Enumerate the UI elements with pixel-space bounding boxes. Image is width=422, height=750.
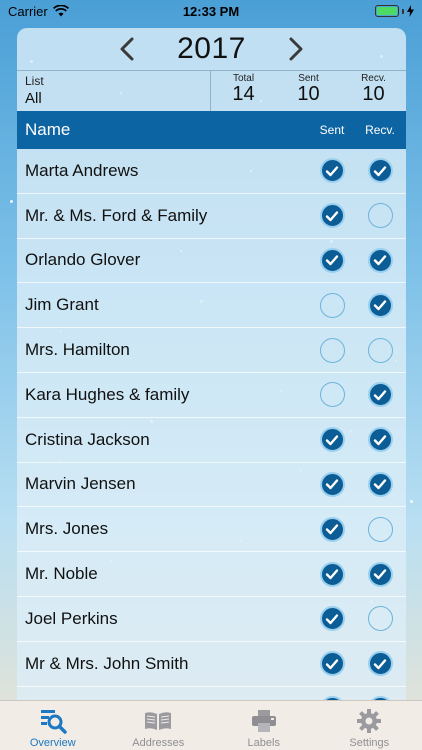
contact-row[interactable]: Orlando Glover <box>17 239 406 284</box>
tab-bar: Overview Addresses Labels Settings <box>0 700 422 750</box>
contact-name: Jim Grant <box>25 295 99 315</box>
contact-row[interactable] <box>17 687 406 700</box>
sent-checkbox[interactable] <box>319 651 345 677</box>
battery-icon <box>375 5 414 17</box>
contact-row[interactable]: Marta Andrews <box>17 149 406 194</box>
contact-row[interactable]: Marvin Jensen <box>17 463 406 508</box>
tab-overview-label: Overview <box>29 737 76 749</box>
tab-overview[interactable]: Overview <box>0 701 106 750</box>
list-filter-value: All <box>25 90 42 107</box>
chevron-left-icon[interactable] <box>119 37 135 61</box>
contact-name: Marta Andrews <box>25 160 139 180</box>
contact-row[interactable]: Kara Hughes & family <box>17 373 406 418</box>
sent-checkbox[interactable] <box>319 561 345 587</box>
tab-labels[interactable]: Labels <box>211 701 317 750</box>
printer-icon <box>251 710 276 732</box>
recv-checkbox[interactable] <box>367 203 393 229</box>
status-bar: Carrier 12:33 PM <box>0 0 422 22</box>
recv-checkbox[interactable] <box>367 158 393 184</box>
sent-checkbox[interactable] <box>319 337 345 363</box>
contact-name: Mrs. Jones <box>25 519 109 539</box>
contact-row[interactable]: Jim Grant <box>17 283 406 329</box>
contact-row[interactable]: Joel Perkins <box>17 597 406 642</box>
contact-row[interactable]: Mr & Mrs. John Smith <box>17 642 406 687</box>
gear-icon <box>357 709 382 733</box>
contact-list: Marta Andrews Mr. & Ms. Ford & Family Orla… <box>17 149 406 700</box>
total-value: 14 <box>232 83 255 105</box>
sent-value: 10 <box>297 83 320 105</box>
contact-name: Kara Hughes & family <box>25 384 190 404</box>
tab-addresses-label: Addresses <box>132 737 185 749</box>
recv-checkbox[interactable] <box>367 382 393 408</box>
sent-checkbox[interactable] <box>319 158 345 184</box>
contact-row[interactable]: Mrs. Jones <box>17 507 406 553</box>
sent-checkbox[interactable] <box>319 203 345 229</box>
address-book-icon <box>145 712 172 730</box>
status-time: 12:33 PM <box>182 3 240 19</box>
sent-checkbox[interactable] <box>319 247 345 273</box>
tab-addresses[interactable]: Addresses <box>106 701 212 750</box>
contact-name: Mr. Noble <box>25 564 98 584</box>
sent-checkbox[interactable] <box>319 471 345 497</box>
summary-bar: List All Total 14 Sent 10 Recv. 10 <box>17 70 406 111</box>
table-header: Name Sent Recv. <box>17 111 406 149</box>
recv-checkbox[interactable] <box>367 337 393 363</box>
recv-checkbox[interactable] <box>367 606 393 632</box>
sent-checkbox[interactable] <box>319 292 345 318</box>
recv-column-header[interactable]: Recv. <box>356 123 404 137</box>
recv-checkbox[interactable] <box>367 516 393 542</box>
name-column-header[interactable]: Name <box>25 120 308 140</box>
recv-stat: Recv. 10 <box>341 71 406 111</box>
contact-name: Mr. & Ms. Ford & Family <box>25 205 208 225</box>
contact-name: Joel Perkins <box>25 608 118 628</box>
tab-labels-label: Labels <box>247 737 280 749</box>
sent-stat: Sent 10 <box>276 71 341 111</box>
sent-column-header[interactable]: Sent <box>308 123 356 137</box>
chevron-right-icon[interactable] <box>288 37 304 61</box>
main-card: 2017 List All Total 14 Sent 10 Recv. 10 … <box>17 28 406 700</box>
contact-row[interactable]: Mr. & Ms. Ford & Family <box>17 194 406 239</box>
total-stat: Total 14 <box>211 71 276 111</box>
overview-search-icon <box>40 710 67 734</box>
sent-checkbox[interactable] <box>319 516 345 542</box>
sent-checkbox[interactable] <box>319 427 345 453</box>
recv-checkbox[interactable] <box>367 561 393 587</box>
contact-name: Mrs. Hamilton <box>25 340 130 360</box>
list-filter-label: List <box>25 74 44 88</box>
contact-name: Orlando Glover <box>25 250 141 270</box>
contact-name: Marvin Jensen <box>25 474 136 494</box>
sent-checkbox[interactable] <box>319 382 345 408</box>
year-navigator: 2017 <box>17 28 406 70</box>
sent-checkbox[interactable] <box>319 606 345 632</box>
recv-checkbox[interactable] <box>367 292 393 318</box>
recv-checkbox[interactable] <box>367 651 393 677</box>
recv-checkbox[interactable] <box>367 471 393 497</box>
contact-name: Cristina Jackson <box>25 429 150 449</box>
year-label: 2017 <box>177 32 246 65</box>
charging-bolt-icon <box>407 5 414 17</box>
contact-row[interactable]: Mr. Noble <box>17 552 406 597</box>
list-filter[interactable]: List All <box>17 71 211 111</box>
tab-settings-label: Settings <box>349 737 390 749</box>
contact-row[interactable]: Cristina Jackson <box>17 418 406 463</box>
recv-checkbox[interactable] <box>367 427 393 453</box>
recv-value: 10 <box>362 83 385 105</box>
recv-checkbox[interactable] <box>367 247 393 273</box>
contact-name: Mr & Mrs. John Smith <box>25 653 189 673</box>
contact-row[interactable]: Mrs. Hamilton <box>17 328 406 373</box>
tab-settings[interactable]: Settings <box>317 701 422 750</box>
